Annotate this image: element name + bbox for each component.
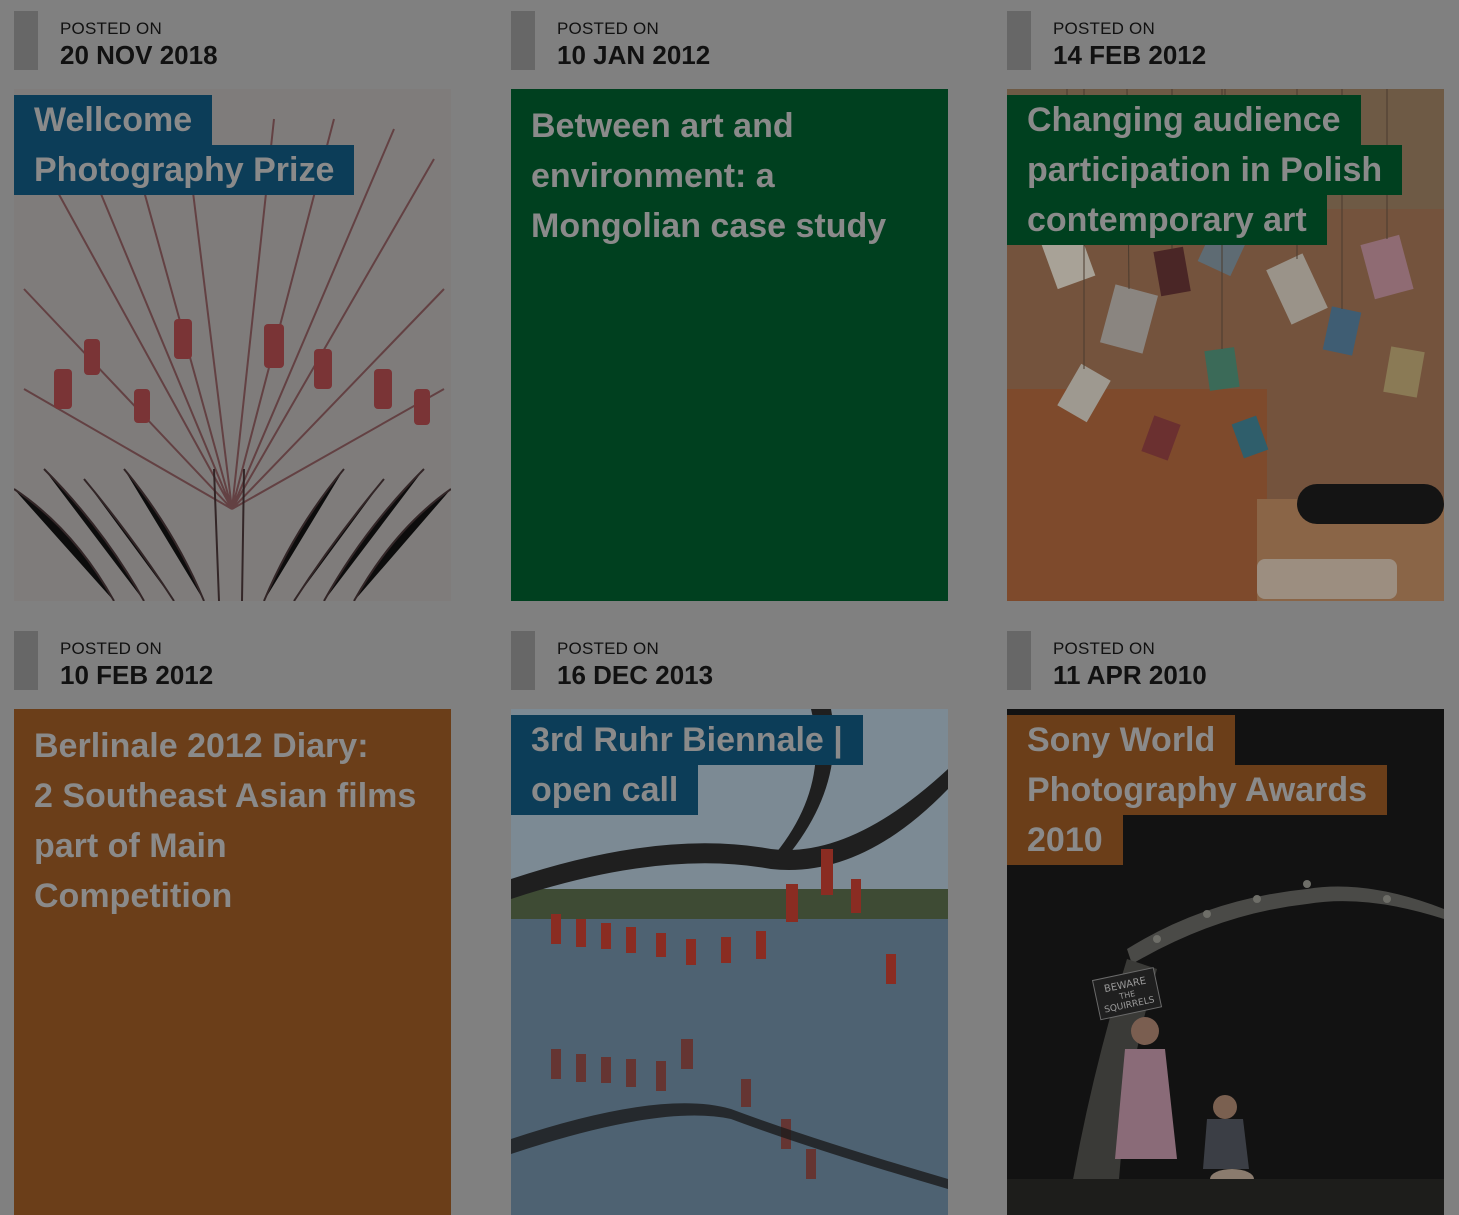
title-line: 2010 — [1007, 815, 1123, 865]
posted-on-label: POSTED ON — [60, 19, 162, 38]
title-line: Berlinale 2012 Diary: — [34, 727, 369, 765]
posted-on-label: POSTED ON — [557, 639, 659, 658]
post-title[interactable]: Wellcome Photography Prize — [14, 95, 451, 195]
post-title[interactable]: Between art and environment: a Mongolian… — [531, 101, 928, 251]
post-card-2[interactable]: POSTED ON 10 JAN 2012 Between art and en… — [511, 11, 948, 601]
post-thumbnail[interactable]: 3rd Ruhr Biennale | open call — [511, 709, 948, 1215]
post-date: 10 JAN 2012 — [557, 40, 711, 70]
post-date-block: POSTED ON 10 JAN 2012 — [511, 11, 948, 71]
post-date: 11 APR 2010 — [1053, 660, 1207, 690]
post-date-block: POSTED ON 16 DEC 2013 — [511, 631, 948, 691]
post-thumbnail[interactable]: Berlinale 2012 Diary: 2 Southeast Asian … — [14, 709, 451, 1215]
posted-on-label: POSTED ON — [60, 639, 162, 658]
post-thumbnail[interactable]: Between art and environment: a Mongolian… — [511, 89, 948, 601]
post-date-block: POSTED ON 20 NOV 2018 — [14, 11, 451, 71]
date-accent-bar — [1007, 11, 1031, 70]
post-date: 14 FEB 2012 — [1053, 40, 1207, 70]
title-line: Mongolian case study — [531, 207, 887, 245]
date-accent-bar — [1007, 631, 1031, 690]
post-date: 20 NOV 2018 — [60, 40, 218, 70]
title-line: part of Main — [34, 827, 227, 865]
post-date-block: POSTED ON 11 APR 2010 — [1007, 631, 1444, 691]
title-line: Changing audience — [1007, 95, 1361, 145]
post-title[interactable]: Sony World Photography Awards 2010 — [1007, 715, 1444, 865]
title-line: Between art and — [531, 107, 794, 145]
post-card-6[interactable]: POSTED ON 11 APR 2010 BEWARE THE SQUIRRE… — [1007, 631, 1444, 1215]
post-card-5[interactable]: POSTED ON 16 DEC 2013 3rd Ruhr Biennale … — [511, 631, 948, 1215]
title-line: Competition — [34, 877, 233, 915]
post-card-4[interactable]: POSTED ON 10 FEB 2012 Berlinale 2012 Dia… — [14, 631, 451, 1215]
date-accent-bar — [14, 631, 38, 690]
title-line: open call — [511, 765, 699, 815]
title-line: Wellcome — [14, 95, 213, 145]
title-line: 3rd Ruhr Biennale | — [511, 715, 863, 765]
post-title[interactable]: 3rd Ruhr Biennale | open call — [511, 715, 948, 815]
post-date: 10 FEB 2012 — [60, 660, 214, 690]
post-card-1[interactable]: POSTED ON 20 NOV 2018 Wellcome Photograp… — [14, 11, 451, 601]
title-line: Photography Prize — [14, 145, 355, 195]
title-line: Sony World — [1007, 715, 1236, 765]
post-card-3[interactable]: POSTED ON 14 FEB 2012 Changing audience … — [1007, 11, 1444, 601]
posted-on-label: POSTED ON — [1053, 19, 1155, 38]
date-accent-bar — [511, 631, 535, 690]
post-title[interactable]: Changing audience participation in Polis… — [1007, 95, 1444, 245]
title-line: Photography Awards — [1007, 765, 1388, 815]
title-line: contemporary art — [1007, 195, 1327, 245]
post-title[interactable]: Berlinale 2012 Diary: 2 Southeast Asian … — [34, 721, 431, 921]
date-accent-bar — [511, 11, 535, 70]
post-date-block: POSTED ON 10 FEB 2012 — [14, 631, 451, 691]
posted-on-label: POSTED ON — [1053, 639, 1155, 658]
post-thumbnail[interactable]: Changing audience participation in Polis… — [1007, 89, 1444, 601]
post-date: 16 DEC 2013 — [557, 660, 714, 690]
date-accent-bar — [14, 11, 38, 70]
title-line: participation in Polish — [1007, 145, 1403, 195]
title-line: environment: a — [531, 157, 775, 195]
post-thumbnail[interactable]: BEWARE THE SQUIRRELS Sony World Photogra… — [1007, 709, 1444, 1215]
post-thumbnail[interactable]: Wellcome Photography Prize — [14, 89, 451, 601]
title-line: 2 Southeast Asian films — [34, 777, 417, 815]
posted-on-label: POSTED ON — [557, 19, 659, 38]
post-date-block: POSTED ON 14 FEB 2012 — [1007, 11, 1444, 71]
